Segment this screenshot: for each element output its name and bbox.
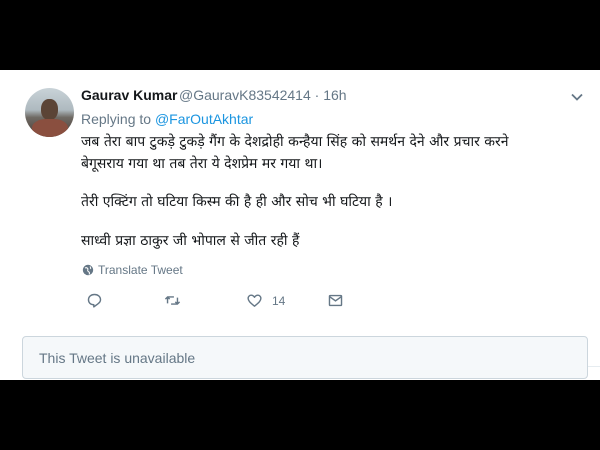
replying-handle-link[interactable]: @FarOutAkhtar	[155, 111, 253, 127]
avatar-body	[32, 119, 68, 137]
tweet-text-line: तेरी एक्टिंग तो घटिया किस्म की है ही और …	[81, 194, 393, 210]
translate-tweet-link[interactable]: Translate Tweet	[82, 263, 183, 277]
author-name[interactable]: Gaurav Kumar	[81, 87, 177, 103]
unavailable-text: This Tweet is unavailable	[39, 350, 196, 366]
avatar[interactable]	[25, 88, 74, 137]
direct-message-button[interactable]	[327, 292, 344, 309]
reply-icon	[87, 293, 102, 308]
tweet-panel: Gaurav Kumar @GauravK83542414 · 16h Repl…	[0, 70, 600, 380]
like-button[interactable]: 14	[246, 292, 285, 309]
like-count: 14	[272, 293, 286, 308]
reply-button[interactable]	[86, 292, 103, 309]
author-handle[interactable]: @GauravK83542414	[179, 87, 311, 103]
tweet-time[interactable]: · 16h	[315, 87, 347, 103]
chevron-down-icon[interactable]	[570, 90, 584, 104]
replying-prefix: Replying to	[81, 111, 152, 127]
retweet-icon	[164, 296, 181, 305]
unavailable-tweet-card: This Tweet is unavailable	[22, 336, 588, 379]
avatar-head	[41, 99, 58, 120]
replying-to: Replying to @FarOutAkhtar	[81, 111, 253, 127]
retweet-button[interactable]	[164, 292, 181, 309]
tweet-text-line: बेगूसराय गया था तब तेरा ये देशप्रेम मर ग…	[81, 156, 323, 172]
tweet-text-line: साध्वी प्रज्ञा ठाकुर जी भोपाल से जीत रही…	[81, 233, 300, 249]
globe-icon	[82, 264, 94, 276]
tweet-text-line: जब तेरा बाप टुकड़े टुकड़े गैंग के देशद्र…	[81, 134, 509, 150]
tweet[interactable]: Gaurav Kumar @GauravK83542414 · 16h Repl…	[22, 70, 600, 367]
heart-icon	[247, 294, 262, 307]
envelope-icon	[328, 294, 343, 307]
author-meta: @GauravK83542414 · 16h	[179, 87, 347, 103]
translate-label: Translate Tweet	[98, 263, 183, 277]
